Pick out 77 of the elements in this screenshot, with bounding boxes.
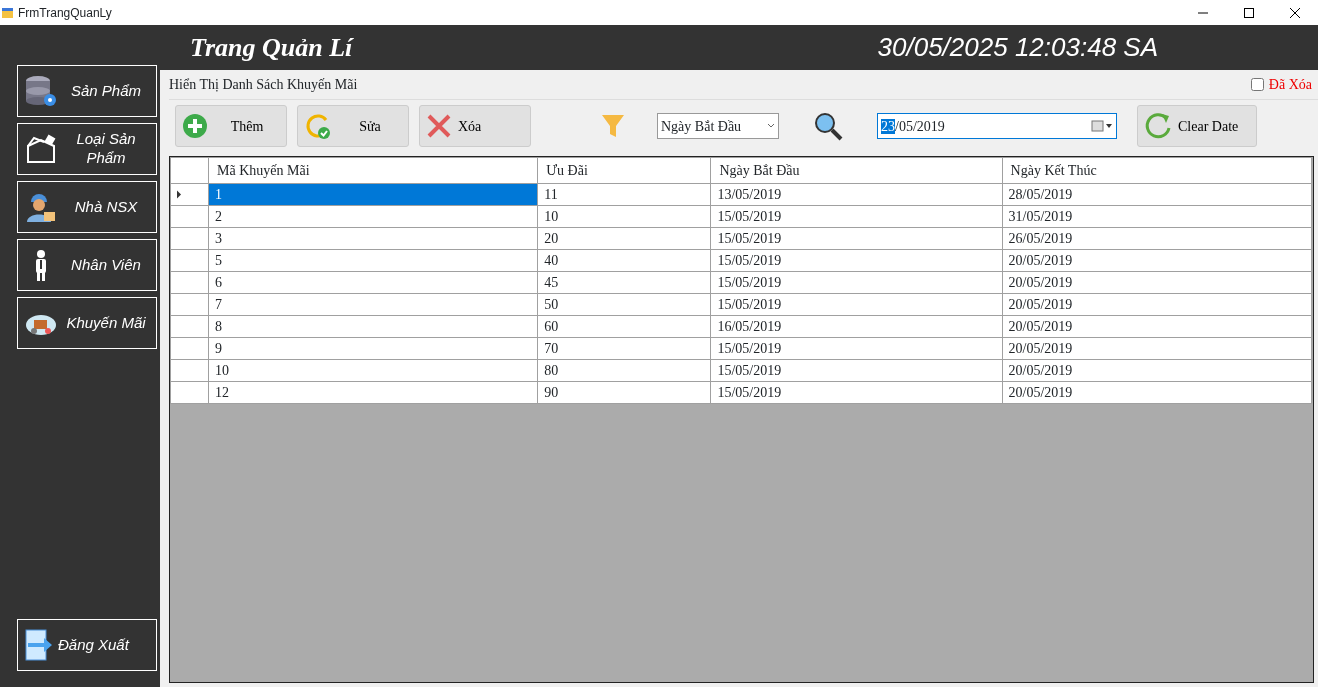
datetime-label: 30/05/2025 12:03:48 SA bbox=[877, 31, 1158, 64]
table-cell: 15/05/2019 bbox=[710, 359, 1003, 382]
table-cell: 31/05/2019 bbox=[1002, 205, 1312, 228]
column-header[interactable]: Ưu Đãi bbox=[537, 157, 711, 184]
table-cell: 5 bbox=[208, 249, 538, 272]
sidebar-button[interactable]: Loại Sản Phẩm bbox=[17, 123, 157, 175]
table-cell: 45 bbox=[537, 271, 711, 294]
table-cell: 20/05/2019 bbox=[1002, 315, 1312, 338]
window-title: FrmTrangQuanLy bbox=[18, 4, 112, 22]
table-cell: 9 bbox=[208, 337, 538, 360]
table-cell: 20/05/2019 bbox=[1002, 381, 1312, 404]
toolbar-button[interactable]: Sửa bbox=[297, 105, 409, 147]
caret-icon bbox=[767, 123, 775, 129]
page-title: Trang Quản Lí bbox=[190, 32, 353, 64]
toolbar-button[interactable]: Xóa bbox=[419, 105, 531, 147]
delete-icon bbox=[426, 113, 452, 139]
sidebar-button[interactable]: Khuyến Mãi bbox=[17, 297, 157, 349]
table-cell: 15/05/2019 bbox=[710, 249, 1003, 272]
table-cell: 90 bbox=[537, 381, 711, 404]
table-cell: 15/05/2019 bbox=[710, 337, 1003, 360]
toolbar-button[interactable]: Thêm bbox=[175, 105, 287, 147]
table-cell: 15/05/2019 bbox=[710, 271, 1003, 294]
search-icon[interactable] bbox=[813, 111, 843, 141]
table-cell: 26/05/2019 bbox=[1002, 227, 1312, 250]
table-cell: 15/05/2019 bbox=[710, 227, 1003, 250]
filter-icon bbox=[601, 113, 625, 139]
plus-icon bbox=[182, 113, 208, 139]
table-cell: 20/05/2019 bbox=[1002, 359, 1312, 382]
deleted-label: Đã Xóa bbox=[1268, 76, 1312, 94]
table-cell: 3 bbox=[208, 227, 538, 250]
date-field[interactable]: 23/05/2019 bbox=[877, 113, 1117, 139]
table-cell: 15/05/2019 bbox=[710, 293, 1003, 316]
person-icon bbox=[35, 249, 47, 281]
table-cell: 10 bbox=[208, 359, 538, 382]
table-cell: 10 bbox=[537, 205, 711, 228]
box-icon bbox=[24, 132, 58, 166]
exit-icon bbox=[24, 628, 54, 662]
table-cell: 20/05/2019 bbox=[1002, 249, 1312, 272]
table-cell: 12 bbox=[208, 381, 538, 404]
refresh-icon bbox=[1144, 112, 1172, 140]
table-cell: 60 bbox=[537, 315, 711, 338]
app-icon bbox=[2, 6, 14, 19]
table-cell: 28/05/2019 bbox=[1002, 183, 1312, 206]
table-cell: 50 bbox=[537, 293, 711, 316]
table-cell: 80 bbox=[537, 359, 711, 382]
table-cell: 11 bbox=[537, 183, 711, 206]
table-cell: 70 bbox=[537, 337, 711, 360]
table-cell: 20/05/2019 bbox=[1002, 271, 1312, 294]
section-title: Hiển Thị Danh Sách Khuyến Mãi bbox=[169, 76, 358, 94]
column-header[interactable]: Ngày Kết Thúc bbox=[1002, 157, 1312, 184]
logout-button[interactable]: Đăng Xuất bbox=[17, 619, 157, 671]
table-cell: 15/05/2019 bbox=[710, 381, 1003, 404]
table-cell: 40 bbox=[537, 249, 711, 272]
sidebar-button[interactable]: Nhà NSX bbox=[17, 181, 157, 233]
sidebar-button[interactable]: Nhân Viên bbox=[17, 239, 157, 291]
table-cell: 20 bbox=[537, 227, 711, 250]
table-cell: 16/05/2019 bbox=[710, 315, 1003, 338]
filter-dropdown[interactable]: Ngày Bắt Đầu bbox=[657, 113, 779, 139]
close-icon bbox=[1290, 8, 1300, 19]
refresh-check-icon bbox=[304, 112, 332, 140]
table-cell: 6 bbox=[208, 271, 538, 294]
table-cell: 20/05/2019 bbox=[1002, 293, 1312, 316]
table-cell: 1 bbox=[208, 183, 538, 206]
table-cell: 20/05/2019 bbox=[1002, 337, 1312, 360]
column-header[interactable]: Mã Khuyến Mãi bbox=[208, 157, 538, 184]
sidebar-button[interactable]: Sản Phẩm bbox=[17, 65, 157, 117]
deleted-checkbox[interactable] bbox=[1250, 78, 1264, 91]
table-cell: 2 bbox=[208, 205, 538, 228]
clear-date-button[interactable]: Clear Date bbox=[1137, 105, 1257, 147]
column-header[interactable]: Ngày Bắt Đầu bbox=[710, 157, 1003, 184]
calendar-icon[interactable] bbox=[1091, 120, 1113, 132]
table-cell: 8 bbox=[208, 315, 538, 338]
table-cell: 13/05/2019 bbox=[710, 183, 1003, 206]
table-cell: 15/05/2019 bbox=[710, 205, 1003, 228]
maximize-icon bbox=[1244, 8, 1254, 19]
table-cell: 7 bbox=[208, 293, 538, 316]
database-icon bbox=[24, 74, 58, 108]
